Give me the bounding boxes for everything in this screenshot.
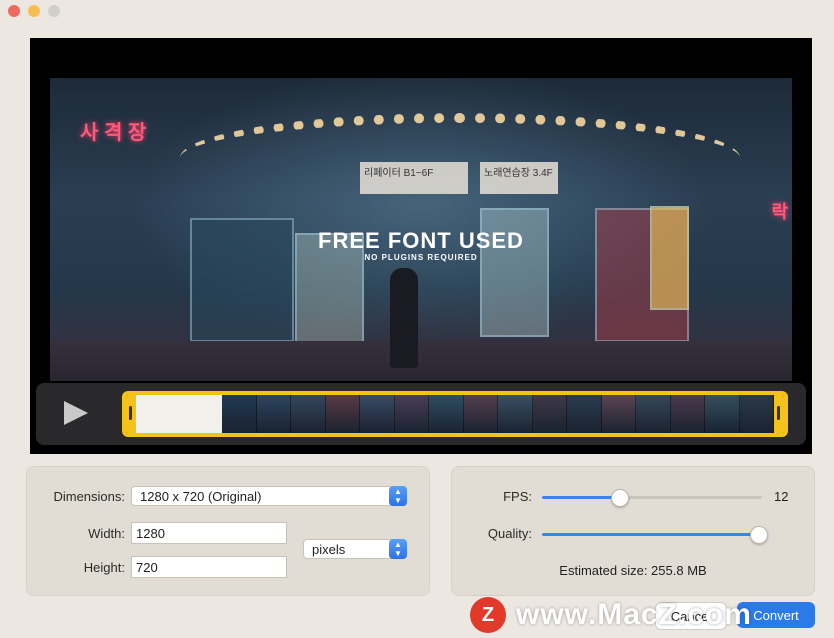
neon-sign-right: 락 bbox=[771, 202, 788, 222]
street bbox=[50, 341, 792, 381]
person-silhouette bbox=[390, 268, 418, 368]
trim-end-handle[interactable] bbox=[774, 395, 784, 433]
quality-label: Quality: bbox=[487, 526, 532, 541]
neon-sign-left: 사 격 장 bbox=[80, 122, 147, 144]
dimensions-label: Dimensions: bbox=[53, 489, 125, 504]
filmstrip-thumbnail bbox=[532, 395, 567, 433]
filmstrip-thumbnail bbox=[567, 395, 602, 433]
fps-value: 12 bbox=[774, 489, 789, 504]
fps-slider-knob[interactable] bbox=[611, 489, 629, 507]
quality-slider-fill bbox=[542, 533, 758, 536]
video-overlay-subtitle: NO PLUGINS REQUIRED bbox=[364, 253, 478, 262]
zoom-window-button[interactable] bbox=[48, 5, 60, 17]
filmstrip-thumbnail bbox=[256, 395, 291, 433]
unit-value: pixels bbox=[312, 542, 346, 557]
filmstrip-thumbnail bbox=[463, 395, 498, 433]
filmstrip-thumbnail bbox=[498, 395, 533, 433]
quality-slider[interactable] bbox=[542, 526, 768, 544]
app-window: 사 격 장 락 리페이터 B1~6F 노래연습장 3.4F FREE FONT … bbox=[0, 0, 834, 638]
select-stepper-icon: ▲ ▼ bbox=[389, 539, 407, 559]
sign-board: 리페이터 B1~6F bbox=[360, 162, 468, 194]
filmstrip-thumbnail bbox=[636, 395, 671, 433]
filmstrip-thumbnail bbox=[670, 395, 705, 433]
filmstrip-thumbnail bbox=[325, 395, 360, 433]
filmstrip-thumbnail bbox=[429, 395, 464, 433]
output-panel: FPS: 12 Quality: Estimated size: 255.8 M… bbox=[451, 466, 815, 596]
filmstrip-thumbnail bbox=[601, 395, 636, 433]
video-preview: 사 격 장 락 리페이터 B1~6F 노래연습장 3.4F FREE FONT … bbox=[30, 38, 812, 454]
quality-slider-knob[interactable] bbox=[749, 526, 768, 544]
filmstrip-thumbnail bbox=[705, 395, 740, 433]
watermark-logo: Z bbox=[470, 597, 506, 633]
filmstrip-thumbnail bbox=[222, 395, 257, 433]
fps-slider[interactable] bbox=[542, 489, 762, 507]
filmstrip-thumbnail bbox=[739, 395, 774, 433]
trim-filmstrip[interactable] bbox=[122, 391, 788, 437]
dimensions-select[interactable]: 1280 x 720 (Original) ▲ ▼ bbox=[131, 486, 407, 506]
dimensions-value: 1280 x 720 (Original) bbox=[140, 489, 262, 504]
filmstrip-thumbnail bbox=[291, 395, 326, 433]
playback-controls bbox=[36, 383, 806, 445]
trim-start-handle[interactable] bbox=[126, 395, 136, 433]
fps-label: FPS: bbox=[503, 489, 532, 504]
estimated-size: Estimated size: 255.8 MB bbox=[559, 563, 707, 578]
filmstrip-thumbnail bbox=[394, 395, 429, 433]
watermark: Z www.MacZ.com bbox=[470, 592, 834, 638]
fps-slider-fill bbox=[542, 496, 619, 499]
filmstrip-thumbnail bbox=[360, 395, 395, 433]
window-controls bbox=[8, 5, 60, 17]
video-frame-image: 사 격 장 락 리페이터 B1~6F 노래연습장 3.4F FREE FONT … bbox=[50, 78, 792, 381]
filmstrip-thumbnail bbox=[136, 395, 222, 433]
dimensions-panel: Dimensions: 1280 x 720 (Original) ▲ ▼ Wid… bbox=[26, 466, 430, 596]
width-field[interactable] bbox=[131, 522, 287, 544]
height-label: Height: bbox=[83, 560, 125, 575]
watermark-text: www.MacZ.com bbox=[516, 598, 752, 631]
select-stepper-icon: ▲ ▼ bbox=[389, 486, 407, 506]
width-label: Width: bbox=[88, 526, 125, 541]
sign-board: 노래연습장 3.4F bbox=[480, 162, 558, 194]
close-window-button[interactable] bbox=[8, 5, 20, 17]
unit-select[interactable]: pixels ▲ ▼ bbox=[303, 539, 407, 559]
minimize-window-button[interactable] bbox=[28, 5, 40, 17]
play-icon[interactable] bbox=[64, 401, 88, 425]
height-field[interactable] bbox=[131, 556, 287, 578]
video-overlay-title: FREE FONT USED bbox=[318, 228, 524, 253]
